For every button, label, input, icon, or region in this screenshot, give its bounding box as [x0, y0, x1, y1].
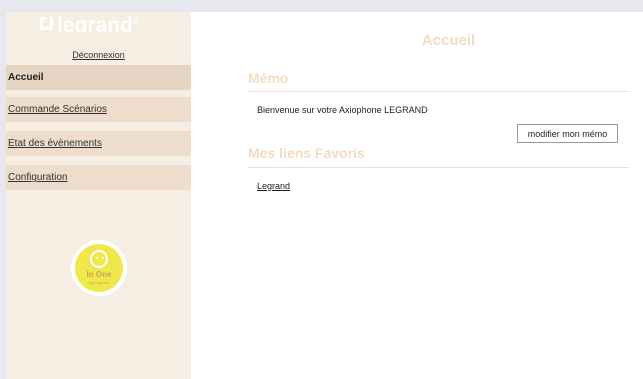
legrand-logo-icon: [40, 16, 53, 30]
main-content: Accueil Mémo Bienvenue sur votre Axiopho…: [191, 12, 643, 379]
sidebar: legrand® Déconnexion Accueil Commande Sc…: [6, 12, 191, 379]
page-title: Accueil: [421, 32, 476, 49]
favorites-divider: [248, 167, 629, 168]
sidebar-item-etat-evenements[interactable]: Etat des évènements: [6, 131, 191, 156]
favorites-section-title: Mes liens Favoris: [248, 145, 365, 161]
legrand-logo: legrand®: [40, 12, 160, 32]
sidebar-item-accueil[interactable]: Accueil: [6, 65, 191, 90]
sidebar-item-commande-scenarios[interactable]: Commande Scénarios: [6, 97, 191, 122]
memo-divider: [248, 91, 629, 92]
sidebar-item-configuration[interactable]: Configuration: [6, 165, 191, 190]
memo-section-title: Mémo: [248, 70, 289, 86]
mascot-label: In One: [86, 270, 112, 279]
memo-text: Bienvenue sur votre Axiophone LEGRAND: [257, 105, 428, 115]
mascot-sublabel: by Legrand: [88, 280, 109, 285]
logout-link[interactable]: Déconnexion: [6, 50, 191, 60]
favorite-link-legrand[interactable]: Legrand: [257, 181, 290, 191]
smiley-face-icon: [90, 250, 108, 268]
edit-memo-button[interactable]: modifier mon mémo: [517, 124, 618, 143]
in-one-mascot-logo: In One by Legrand: [71, 240, 127, 296]
